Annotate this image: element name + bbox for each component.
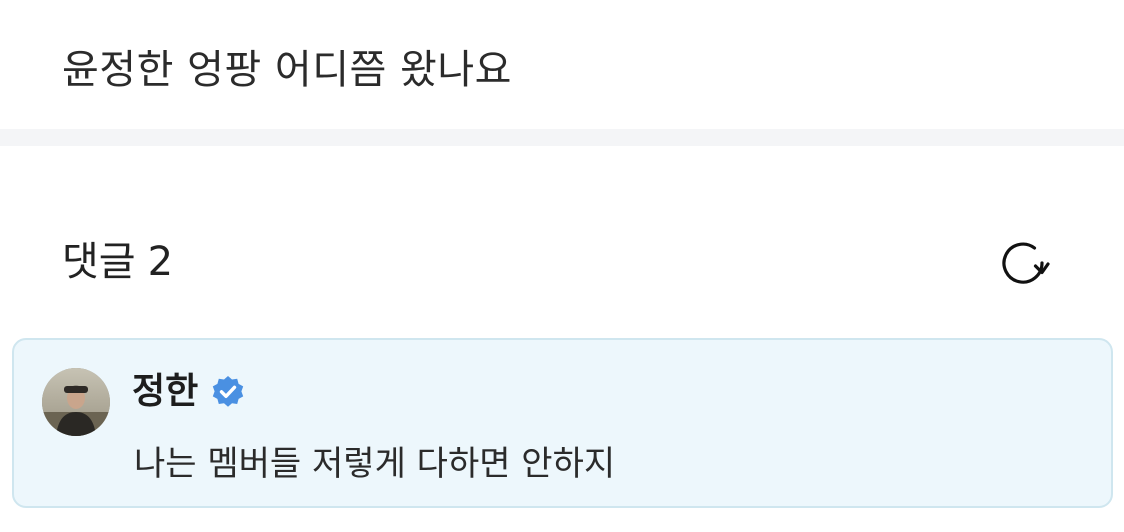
- avatar[interactable]: [42, 368, 110, 436]
- verified-badge-icon: [213, 376, 244, 407]
- comments-header: 댓글 2: [0, 146, 1124, 336]
- comments-title-label: 댓글: [62, 239, 136, 285]
- refresh-button[interactable]: [990, 230, 1056, 296]
- avatar-photo: [42, 368, 110, 436]
- comments-title: 댓글 2: [62, 236, 173, 288]
- post-text: 윤정한 엉팡 어디쯤 왔나요: [62, 47, 512, 93]
- post-content: 윤정한 엉팡 어디쯤 왔나요: [0, 0, 1124, 130]
- refresh-icon: [1002, 242, 1050, 284]
- comment-text: 나는 멤버들 저렇게 다하면 안하지: [134, 444, 616, 484]
- comment-author-row: 정한: [132, 368, 246, 416]
- comment-author-name[interactable]: 정한: [132, 368, 198, 416]
- comments-count: 2: [147, 239, 174, 285]
- section-divider: [0, 129, 1124, 146]
- comment-card[interactable]: 정한 나는 멤버들 저렇게 다하면 안하지: [12, 338, 1113, 508]
